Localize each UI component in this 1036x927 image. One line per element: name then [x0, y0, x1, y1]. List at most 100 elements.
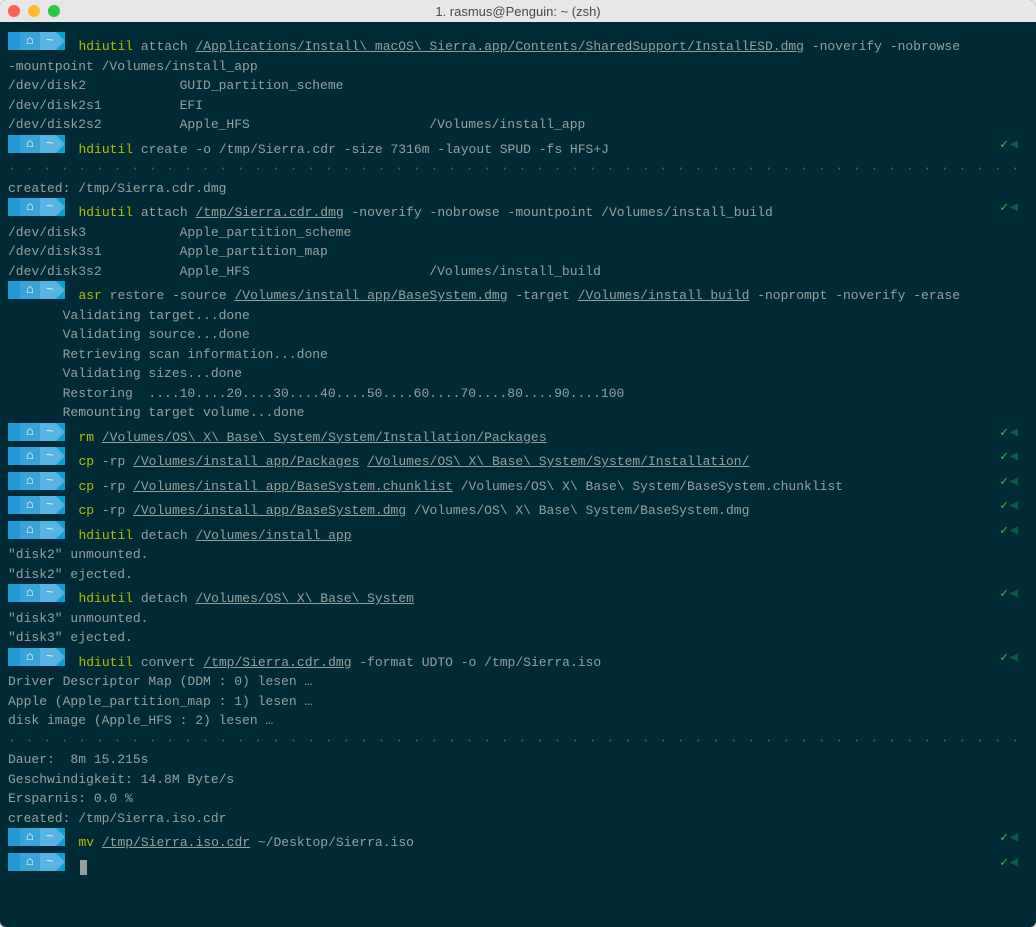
prompt-badge: ⌂~: [8, 521, 65, 539]
command-args: /Volumes/OS\ X\ Base\ System/BaseSystem.…: [453, 479, 843, 494]
output-line: /dev/disk3s2 Apple_HFS /Volumes/install_…: [8, 262, 1028, 282]
command-line: ⌂~ hdiutil convert /tmp/Sierra.cdr.dmg -…: [8, 648, 1028, 673]
command-args: detach: [141, 528, 196, 543]
status-bg: ◀: [1010, 423, 1018, 444]
home-icon: ⌂: [20, 584, 40, 602]
output-line: /dev/disk2 GUID_partition_scheme: [8, 76, 1028, 96]
command-args: -noverify -nobrowse: [804, 39, 960, 54]
status-bg: ◀: [1010, 828, 1018, 849]
status-bg: ◀: [1010, 853, 1018, 874]
output-line: "disk3" unmounted.: [8, 609, 1028, 629]
home-icon: ⌂: [20, 853, 40, 871]
tilde-segment: ~: [40, 496, 56, 514]
tilde-segment: ~: [40, 135, 56, 153]
command-name: hdiutil: [78, 39, 133, 54]
command-line: ⌂~ asr restore -source /Volumes/install_…: [8, 281, 1028, 306]
prompt-badge: ⌂~: [8, 32, 65, 50]
output-line: Validating target...done: [8, 306, 1028, 326]
prompt-badge: ⌂~: [8, 281, 65, 299]
command-args: -rp: [102, 454, 133, 469]
output-line: -mountpoint /Volumes/install_app: [8, 57, 1028, 77]
output-line: Restoring ....10....20....30....40....50…: [8, 384, 1028, 404]
apple-icon: [8, 198, 20, 216]
close-icon[interactable]: [8, 5, 20, 17]
terminal-content[interactable]: ⌂~ hdiutil attach /Applications/Install\…: [0, 22, 1036, 927]
home-icon: ⌂: [20, 198, 40, 216]
apple-icon: [8, 32, 20, 50]
command-line: ⌂~ cp -rp /Volumes/install_app/BaseSyste…: [8, 496, 1028, 521]
output-line: "disk2" unmounted.: [8, 545, 1028, 565]
prompt-line[interactable]: ⌂~ ◀✓: [8, 853, 1028, 878]
command-name: cp: [78, 503, 94, 518]
path-arg: /Volumes/install_app/BaseSystem.dmg: [133, 503, 406, 518]
check-icon: ✓: [1000, 828, 1008, 848]
output-line: created: /tmp/Sierra.iso.cdr: [8, 809, 1028, 829]
command-args: -noverify -nobrowse -mountpoint /Volumes…: [344, 205, 773, 220]
status-bg: ◀: [1010, 472, 1018, 493]
command-args: -format UDTO -o /tmp/Sierra.iso: [352, 655, 602, 670]
check-icon: ✓: [1000, 648, 1008, 668]
home-icon: ⌂: [20, 423, 40, 441]
check-icon: ✓: [1000, 423, 1008, 443]
check-icon: ✓: [1000, 135, 1008, 155]
command-name: hdiutil: [78, 205, 133, 220]
path-arg: /tmp/Sierra.cdr.dmg: [195, 205, 343, 220]
status-bg: ◀: [1010, 447, 1018, 468]
tilde-segment: ~: [40, 828, 56, 846]
command-args: detach: [141, 591, 196, 606]
separator-dots: · · · · · · · · · · · · · · · · · · · · …: [8, 159, 1028, 179]
output-line: Validating sizes...done: [8, 364, 1028, 384]
prompt-badge: ⌂~: [8, 135, 65, 153]
command-name: hdiutil: [78, 528, 133, 543]
output-line: "disk2" ejected.: [8, 565, 1028, 585]
command-line: ⌂~ rm /Volumes/OS\ X\ Base\ System/Syste…: [8, 423, 1028, 448]
path-arg: /Volumes/install_build: [578, 288, 750, 303]
command-line: ⌂~ hdiutil attach /Applications/Install\…: [8, 32, 1028, 57]
output-line: Remounting target volume...done: [8, 403, 1028, 423]
apple-icon: [8, 281, 20, 299]
command-args: -target: [508, 288, 578, 303]
check-icon: ✓: [1000, 853, 1008, 873]
home-icon: ⌂: [20, 521, 40, 539]
home-icon: ⌂: [20, 135, 40, 153]
apple-icon: [8, 584, 20, 602]
tilde-segment: ~: [40, 521, 56, 539]
check-icon: ✓: [1000, 472, 1008, 492]
window-title: 1. rasmus@Penguin: ~ (zsh): [0, 4, 1036, 19]
command-name: hdiutil: [78, 655, 133, 670]
prompt-badge: ⌂~: [8, 423, 65, 441]
tilde-segment: ~: [40, 281, 56, 299]
separator-dots: · · · · · · · · · · · · · · · · · · · · …: [8, 731, 1028, 751]
command-line: ⌂~ cp -rp /Volumes/install_app/BaseSyste…: [8, 472, 1028, 497]
minimize-icon[interactable]: [28, 5, 40, 17]
prompt-badge: ⌂~: [8, 828, 65, 846]
command-line: ⌂~ cp -rp /Volumes/install_app/Packages …: [8, 447, 1028, 472]
home-icon: ⌂: [20, 828, 40, 846]
prompt-badge: ⌂~: [8, 447, 65, 465]
status-bg: ◀: [1010, 648, 1018, 669]
command-line: ⌂~ mv /tmp/Sierra.iso.cdr ~/Desktop/Sier…: [8, 828, 1028, 853]
zoom-icon[interactable]: [48, 5, 60, 17]
command-name: cp: [78, 454, 94, 469]
command-name: asr: [78, 288, 101, 303]
check-icon: ✓: [1000, 496, 1008, 516]
titlebar[interactable]: 1. rasmus@Penguin: ~ (zsh): [0, 0, 1036, 22]
command-args: -rp: [102, 503, 133, 518]
traffic-lights: [8, 5, 60, 17]
prompt-badge: ⌂~: [8, 648, 65, 666]
command-args: [359, 454, 367, 469]
output-line: Retrieving scan information...done: [8, 345, 1028, 365]
command-name: rm: [78, 430, 94, 445]
command-name: hdiutil: [78, 591, 133, 606]
tilde-segment: ~: [40, 472, 56, 490]
path-arg: /Volumes/install_app/BaseSystem.dmg: [234, 288, 507, 303]
command-name: hdiutil: [78, 142, 133, 157]
apple-icon: [8, 853, 20, 871]
terminal-window: 1. rasmus@Penguin: ~ (zsh) ⌂~ hdiutil at…: [0, 0, 1036, 927]
apple-icon: [8, 648, 20, 666]
output-line: Dauer: 8m 15.215s: [8, 750, 1028, 770]
tilde-segment: ~: [40, 198, 56, 216]
tilde-segment: ~: [40, 32, 56, 50]
command-line: ⌂~ hdiutil create -o /tmp/Sierra.cdr -si…: [8, 135, 1028, 160]
tilde-segment: ~: [40, 584, 56, 602]
